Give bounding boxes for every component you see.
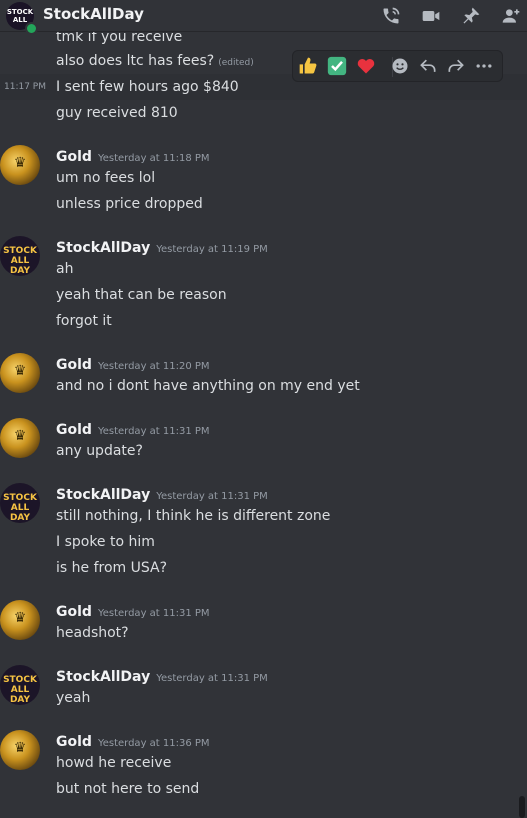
- forward-button[interactable]: [445, 55, 467, 77]
- user-avatar[interactable]: ♛: [0, 353, 40, 393]
- author-name[interactable]: StockAllDay: [56, 487, 150, 503]
- message-line: tmk if you receive: [56, 32, 183, 45]
- message-list[interactable]: tmk if you receive also does ltc has fee…: [0, 32, 527, 818]
- author-name[interactable]: StockAllDay: [56, 669, 150, 685]
- message-line: ah: [56, 261, 74, 277]
- heart-reaction-button[interactable]: [355, 55, 377, 77]
- message-line: unless price dropped: [56, 196, 203, 212]
- add-reaction-icon: [392, 58, 408, 74]
- message-timestamp: Yesterday at 11:31 PM: [97, 608, 210, 619]
- message-line: howd he receive: [56, 755, 172, 771]
- user-avatar[interactable]: ♛: [0, 730, 40, 770]
- message-timestamp: Yesterday at 11:31 PM: [156, 673, 268, 684]
- more-options-button[interactable]: [473, 55, 495, 77]
- author-name[interactable]: Gold: [56, 149, 92, 165]
- check-mark-reaction-button[interactable]: [326, 55, 348, 77]
- heart-icon: [357, 58, 375, 74]
- author-name[interactable]: StockAllDay: [56, 240, 150, 256]
- message-line: I spoke to him: [56, 534, 155, 550]
- add-reaction-button[interactable]: [389, 55, 411, 77]
- message-line: guy received 810: [56, 105, 178, 121]
- avatar-logo-line2: ALL DAY: [9, 256, 31, 276]
- avatar-logo: STOCK ALL DAY: [0, 493, 40, 523]
- avatar-logo: STOCK ALL DAY: [0, 246, 40, 276]
- message-header: Gold Yesterday at 11:18 PM: [56, 145, 210, 167]
- message-timestamp: Yesterday at 11:18 PM: [97, 153, 210, 164]
- message-line: yeah: [56, 690, 91, 706]
- message-actions-toolbar: [292, 50, 503, 82]
- message-line: is he from USA?: [56, 560, 168, 576]
- video-call-icon[interactable]: [421, 6, 441, 26]
- message-timestamp: Yesterday at 11:31 PM: [156, 491, 268, 502]
- message-line: still nothing, I think he is different z…: [56, 508, 331, 524]
- avatar-logo-line1: STOCK: [3, 675, 37, 685]
- avatar-logo-line1: STOCK: [3, 493, 37, 503]
- thumbs-up-icon: [299, 57, 317, 74]
- message-timestamp: 11:17 PM: [4, 82, 46, 92]
- online-status-indicator: [25, 22, 38, 35]
- message-line: but not here to send: [56, 781, 200, 797]
- message-header: Gold Yesterday at 11:36 PM: [56, 730, 210, 752]
- author-name[interactable]: Gold: [56, 734, 92, 750]
- message-line: and no i dont have anything on my end ye…: [56, 378, 360, 394]
- reply-icon: [420, 59, 436, 72]
- message-line: headshot?: [56, 625, 129, 641]
- message-timestamp: Yesterday at 11:20 PM: [97, 361, 210, 372]
- channel-header: STOCK ALL StockAllDay: [0, 0, 527, 35]
- author-name[interactable]: Gold: [56, 422, 92, 438]
- message-line: um no fees lol: [56, 170, 156, 186]
- user-avatar[interactable]: STOCK ALL DAY: [0, 665, 40, 705]
- message-header: StockAllDay Yesterday at 11:31 PM: [56, 665, 268, 687]
- avatar-logo-line1: STOCK: [3, 246, 37, 256]
- header-toolbar: [381, 6, 521, 26]
- avatar-text-line1: STOCK: [6, 8, 34, 16]
- message-header: Gold Yesterday at 11:20 PM: [56, 353, 210, 375]
- phone-call-icon[interactable]: [381, 6, 401, 26]
- thumbs-up-reaction-button[interactable]: [297, 55, 319, 77]
- message-timestamp: Yesterday at 11:36 PM: [97, 738, 210, 749]
- add-friend-icon[interactable]: [501, 6, 521, 26]
- edited-label: (edited): [218, 58, 254, 68]
- check-mark-icon: [327, 56, 347, 76]
- author-name[interactable]: Gold: [56, 357, 92, 373]
- reply-button[interactable]: [417, 55, 439, 77]
- message-timestamp: Yesterday at 11:19 PM: [156, 244, 268, 255]
- message-header: Gold Yesterday at 11:31 PM: [56, 418, 210, 440]
- avatar-text-line2: ALL: [12, 16, 28, 24]
- forward-icon: [448, 59, 464, 72]
- pin-icon[interactable]: [461, 6, 481, 26]
- message-line: any update?: [56, 443, 143, 459]
- user-avatar[interactable]: STOCK ALL DAY: [0, 483, 40, 523]
- avatar-logo: STOCK ALL DAY: [0, 675, 40, 705]
- scrollbar-thumb[interactable]: [519, 796, 525, 818]
- message-text: also does ltc has fees?: [56, 53, 215, 69]
- avatar-logo-line2: ALL DAY: [9, 503, 31, 523]
- more-options-icon: [476, 64, 492, 68]
- message-header: StockAllDay Yesterday at 11:31 PM: [56, 483, 268, 505]
- user-avatar[interactable]: ♛: [0, 418, 40, 458]
- message-line: forgot it: [56, 313, 112, 329]
- message-header: StockAllDay Yesterday at 11:19 PM: [56, 236, 268, 258]
- user-avatar[interactable]: STOCK ALL DAY: [0, 236, 40, 276]
- user-avatar[interactable]: ♛: [0, 600, 40, 640]
- message-timestamp: Yesterday at 11:31 PM: [97, 426, 210, 437]
- author-name[interactable]: Gold: [56, 604, 92, 620]
- channel-name[interactable]: StockAllDay: [43, 5, 144, 23]
- avatar-logo-line2: ALL DAY: [9, 685, 31, 705]
- user-avatar[interactable]: ♛: [0, 145, 40, 185]
- message-header: Gold Yesterday at 11:31 PM: [56, 600, 210, 622]
- message-line: yeah that can be reason: [56, 287, 227, 303]
